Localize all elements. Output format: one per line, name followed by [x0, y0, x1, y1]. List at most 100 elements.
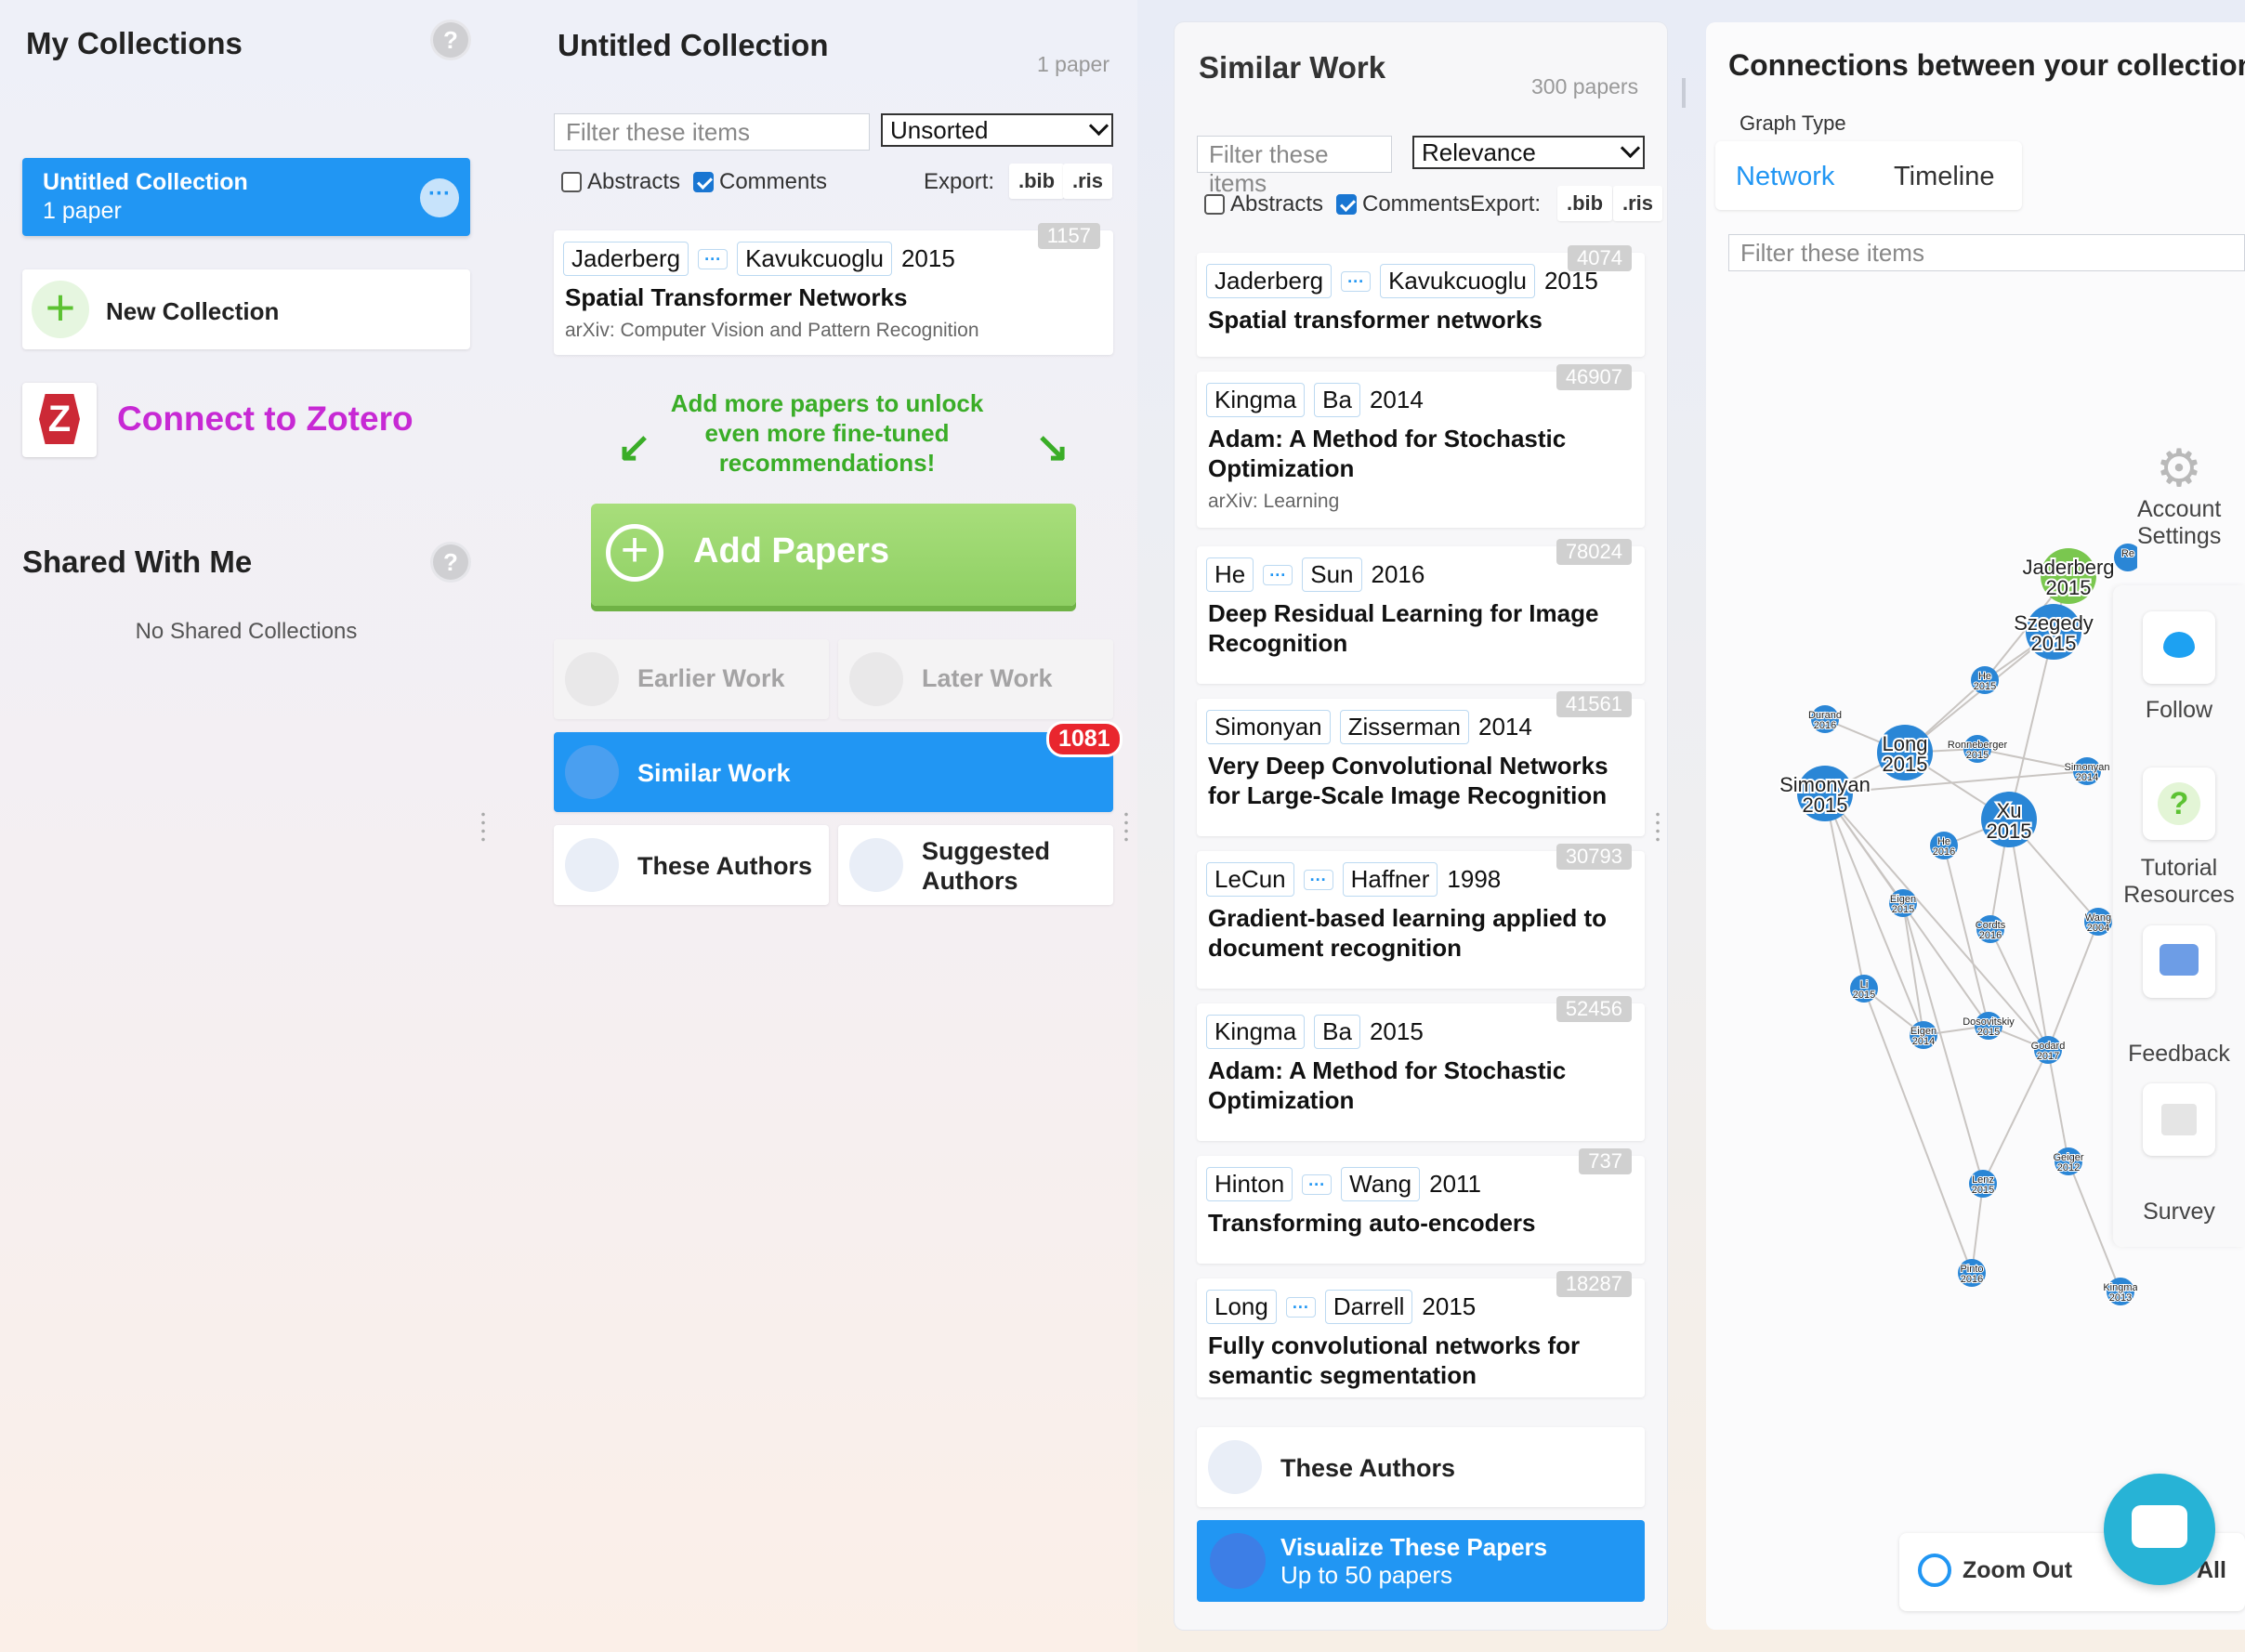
graph-filter-input[interactable]: Filter these items [1728, 234, 2245, 271]
export-bib-button[interactable]: .bib [1557, 186, 1613, 221]
new-collection-button[interactable]: + New Collection [22, 269, 470, 349]
graph-node[interactable]: Pinto2016 [1958, 1259, 1986, 1287]
author-chip[interactable]: Haffner [1342, 862, 1438, 897]
graph-node[interactable]: He2015 [1971, 666, 1999, 694]
more-authors-icon[interactable]: ··· [698, 248, 729, 269]
collection-item-untitled[interactable]: Untitled Collection 1 paper ··· [22, 158, 470, 236]
similar-paper-card[interactable]: Kingma Ba 2015 52456 Adam: A Method for Stoc… [1197, 996, 1645, 1141]
abstracts-checkbox[interactable]: Abstracts [1204, 191, 1323, 217]
checkbox-box[interactable] [561, 172, 582, 192]
graph-node[interactable]: Durand2016 [1807, 705, 1843, 733]
author-chip[interactable]: Kavukcuoglu [1380, 264, 1535, 298]
paper-title[interactable]: Very Deep Convolutional Networks for Lar… [1208, 751, 1635, 810]
author-chip[interactable]: Kingma [1206, 1015, 1306, 1049]
checkbox-box[interactable] [1204, 194, 1225, 215]
network-graph[interactable]: Jaderberg2015Szegedy2015Long2015Simonyan… [1747, 520, 2137, 1357]
paper-title[interactable]: Fully convolutional networks for semanti… [1208, 1331, 1635, 1390]
author-chip[interactable]: Ba [1314, 1015, 1360, 1049]
comments-checkbox[interactable]: Comments [693, 169, 827, 195]
paper-title[interactable]: Spatial Transformer Networks [565, 282, 907, 312]
graph-node[interactable]: Wang2004 [2084, 908, 2112, 936]
similar-paper-card[interactable]: Hinton ··· Wang 2011 737 Transforming auto-en… [1197, 1148, 1645, 1264]
paper-title[interactable]: Gradient-based learning applied to docum… [1208, 903, 1635, 963]
graph-node[interactable]: Lenz2015 [1969, 1170, 1997, 1198]
zotero-logo-icon[interactable]: Z [22, 383, 97, 457]
tab-timeline[interactable]: Timeline [1894, 162, 1995, 192]
similar-work-button[interactable]: Similar Work [554, 732, 1113, 812]
graph-node[interactable]: Kingma2013 [2102, 1278, 2137, 1305]
graph-node[interactable]: Cordts2016 [1975, 915, 2007, 943]
author-chip[interactable]: Darrell [1324, 1290, 1413, 1324]
tutorial-question-icon[interactable]: ? [2143, 767, 2215, 840]
similar-paper-card[interactable]: LeCun ··· Haffner 1998 30793 Gradient-based l… [1197, 844, 1645, 989]
feedback-icon[interactable] [2143, 925, 2215, 998]
connect-zotero-link[interactable]: Connect to Zotero [117, 400, 414, 439]
author-chip[interactable]: Jaderberg [1206, 264, 1333, 298]
abstracts-checkbox[interactable]: Abstracts [561, 169, 680, 195]
graph-node[interactable]: Geiger2012 [2052, 1147, 2085, 1175]
author-chip[interactable]: LeCun [1206, 862, 1294, 897]
graph-node[interactable]: Long2015 [1877, 725, 1933, 780]
earlier-work-button[interactable]: Earlier Work [554, 639, 829, 719]
paper-title[interactable]: Deep Residual Learning for Image Recogni… [1208, 598, 1635, 658]
visualize-papers-button[interactable]: Visualize These Papers Up to 50 papers [1197, 1520, 1645, 1602]
author-chip[interactable]: Simonyan [1206, 710, 1331, 744]
twitter-icon[interactable] [2143, 611, 2215, 684]
paper-title[interactable]: Transforming auto-encoders [1208, 1208, 1635, 1238]
author-chip[interactable]: Ba [1314, 383, 1360, 417]
checkbox-box-checked[interactable] [1336, 194, 1357, 215]
more-authors-icon[interactable]: ··· [1263, 564, 1293, 585]
tab-network[interactable]: Network [1736, 162, 1834, 192]
comments-checkbox[interactable]: CommentsExport: [1336, 191, 1541, 217]
these-authors-button[interactable]: These Authors [554, 825, 829, 905]
graph-node[interactable]: Eigen2014 [1910, 1021, 1937, 1049]
paper-title[interactable]: Adam: A Method for Stochastic Optimizati… [1208, 424, 1635, 483]
paper-title[interactable]: Spatial transformer networks [1208, 305, 1635, 334]
similar-paper-card[interactable]: Jaderberg ··· Kavukcuoglu 2015 4074 Spatial t… [1197, 245, 1645, 357]
chat-button[interactable] [2104, 1474, 2215, 1585]
author-chip[interactable]: Sun [1302, 557, 1362, 592]
graph-node[interactable]: Li2015 [1850, 975, 1878, 1003]
column-drag-handle[interactable] [481, 810, 485, 844]
similar-filter-input[interactable]: Filter these items [1197, 136, 1392, 197]
author-chip[interactable]: Zisserman [1339, 710, 1469, 744]
author-chip[interactable]: Wang [1341, 1167, 1421, 1201]
author-chip[interactable]: Jaderberg [563, 242, 689, 276]
zoom-out-button[interactable]: Zoom Out [1963, 1557, 2072, 1584]
graph-node[interactable]: Godard2017 [2030, 1036, 2066, 1064]
more-authors-icon[interactable]: ··· [1285, 1296, 1316, 1318]
graph-node[interactable]: Simonyan2015 [1778, 766, 1872, 821]
shared-help-icon[interactable]: ? [433, 544, 468, 580]
more-authors-icon[interactable]: ··· [1341, 270, 1372, 292]
add-papers-button[interactable]: + Add Papers [591, 504, 1076, 606]
column-drag-handle[interactable] [1124, 810, 1128, 844]
later-work-button[interactable]: Later Work [838, 639, 1113, 719]
similar-paper-card[interactable]: Simonyan Zisserman 2014 41561 Very Deep Conv… [1197, 691, 1645, 836]
graph-node[interactable]: He2016 [1930, 832, 1958, 859]
similar-paper-card[interactable]: He ··· Sun 2016 78024 Deep Residual Learning … [1197, 539, 1645, 684]
graph-node[interactable]: Xu2015 [1981, 792, 2037, 847]
more-authors-icon[interactable]: ··· [1302, 1173, 1333, 1195]
graph-node[interactable]: Dosovitskiy2015 [1962, 1012, 2015, 1040]
author-chip[interactable]: Kingma [1206, 383, 1306, 417]
suggested-authors-button[interactable]: Suggested Authors [838, 825, 1113, 905]
account-settings-button[interactable]: ⚙ Account Settings [2113, 440, 2245, 550]
graph-node[interactable]: Eigen2015 [1889, 889, 1917, 917]
graph-node[interactable]: Simonyan2014 [2064, 757, 2110, 785]
survey-icon[interactable] [2143, 1083, 2215, 1156]
author-chip[interactable]: Hinton [1206, 1167, 1293, 1201]
author-chip[interactable]: Kavukcuoglu [737, 242, 892, 276]
export-ris-button[interactable]: .ris [1613, 186, 1663, 221]
column-drag-handle[interactable] [1656, 810, 1660, 844]
similar-paper-card[interactable]: Long ··· Darrell 2015 18287 Fully convolution… [1197, 1271, 1645, 1397]
graph-node[interactable]: Ronneberger2015 [1947, 735, 2008, 763]
collection-filter-input[interactable]: Filter these items [554, 113, 870, 151]
paper-title[interactable]: Adam: A Method for Stochastic Optimizati… [1208, 1055, 1635, 1115]
author-chip[interactable]: He [1206, 557, 1254, 592]
checkbox-box-checked[interactable] [693, 172, 714, 192]
collection-sort-select[interactable]: Unsorted [881, 113, 1113, 147]
export-bib-button[interactable]: .bib [1009, 164, 1065, 199]
more-authors-icon[interactable]: ··· [1303, 869, 1333, 890]
similar-sort-select[interactable]: Relevance [1412, 136, 1645, 169]
these-authors-button[interactable]: These Authors [1197, 1427, 1645, 1507]
